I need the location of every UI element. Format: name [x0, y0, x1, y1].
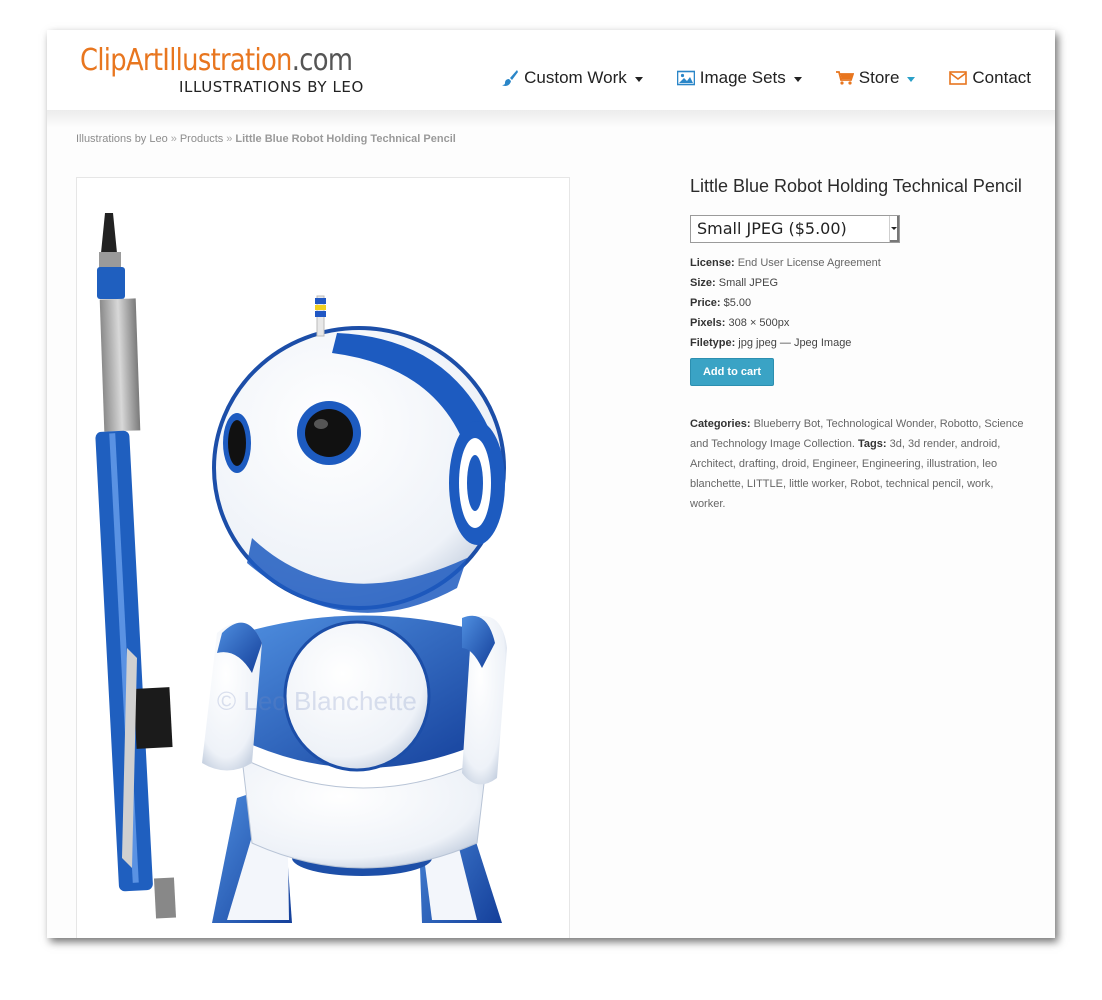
meta-key: Pixels: — [690, 317, 726, 329]
header-shadow — [47, 110, 1055, 128]
meta-size: Size: Small JPEG — [690, 276, 1035, 296]
envelope-icon — [949, 69, 968, 87]
tag-link[interactable]: Engineering — [862, 458, 921, 470]
logo-tld: .com — [291, 43, 353, 78]
chevron-down-icon — [793, 76, 802, 82]
shopping-cart-icon — [835, 69, 854, 87]
site-logo[interactable]: ClipArtIllustration.com ILLUSTRATIONS BY… — [80, 44, 380, 100]
category-link[interactable]: Robotto — [940, 418, 979, 430]
nav-custom-work[interactable]: Custom Work — [501, 67, 643, 89]
tag-link[interactable]: Engineer — [812, 458, 855, 470]
meta-price: Price: $5.00 — [690, 296, 1035, 316]
nav-image-sets[interactable]: Image Sets — [676, 67, 802, 89]
meta-key: Price: — [690, 297, 721, 309]
nav-label: Custom Work — [524, 68, 627, 87]
page-container: ClipArtIllustration.com ILLUSTRATIONS BY… — [47, 30, 1055, 938]
tag-link[interactable]: android — [961, 438, 998, 450]
product-details: Little Blue Robot Holding Technical Penc… — [690, 177, 1035, 514]
tags-label: Tags: — [857, 438, 887, 450]
image-watermark: © Leo Blanchette — [217, 686, 417, 716]
category-link[interactable]: Blueberry Bot — [754, 418, 821, 430]
logo-brand: ClipArtIllustration — [80, 43, 292, 78]
nav-label: Store — [858, 68, 900, 87]
tag-link[interactable]: 3d render — [908, 438, 954, 450]
product-title: Little Blue Robot Holding Technical Penc… — [690, 176, 1022, 196]
picture-icon — [676, 69, 695, 87]
meta-filetype: Filetype: jpg jpeg — Jpeg Image — [690, 336, 1035, 356]
paintbrush-icon — [501, 69, 519, 87]
product-taxonomy: Categories: Blueberry Bot, Technological… — [690, 414, 1030, 514]
meta-value: $5.00 — [723, 297, 752, 309]
tag-link[interactable]: Architect — [690, 458, 733, 470]
main-nav: Custom Work Image Sets Store Contact — [467, 67, 1031, 89]
product-meta: License: End User License Agreement Size… — [690, 256, 1035, 356]
tag-link[interactable]: Robot — [850, 478, 879, 490]
meta-value: jpg jpeg — Jpeg Image — [738, 337, 852, 349]
tag-link[interactable]: droid — [782, 458, 806, 470]
tag-link[interactable]: little worker — [789, 478, 844, 490]
nav-contact[interactable]: Contact — [949, 67, 1031, 89]
robot-illustration — [95, 213, 507, 923]
tag-link[interactable]: illustration — [927, 458, 977, 470]
categories-label: Categories: — [690, 418, 751, 430]
category-link[interactable]: Technological Wonder — [826, 418, 933, 430]
meta-key: Filetype: — [690, 337, 736, 349]
nav-label: Contact — [972, 68, 1031, 87]
tag-link[interactable]: work — [967, 478, 990, 490]
site-header: ClipArtIllustration.com ILLUSTRATIONS BY… — [47, 30, 1055, 110]
tag-link[interactable]: LITTLE — [747, 478, 783, 490]
breadcrumb-current: Little Blue Robot Holding Technical Penc… — [235, 133, 456, 145]
chevron-down-icon — [634, 76, 643, 82]
tag-link[interactable]: technical pencil — [886, 478, 961, 490]
license-link[interactable]: End User License Agreement — [738, 257, 881, 269]
logo-wordmark: ClipArtIllustration.com — [80, 43, 353, 78]
tag-link[interactable]: drafting — [739, 458, 776, 470]
chevron-down-icon — [891, 227, 897, 230]
tag-link[interactable]: 3d — [890, 438, 902, 450]
meta-license: License: End User License Agreement — [690, 256, 1035, 276]
meta-key: License: — [690, 257, 735, 269]
meta-pixels: Pixels: 308 × 500px — [690, 316, 1035, 336]
nav-label: Image Sets — [699, 68, 786, 87]
variant-selected-value: Small JPEG ($5.00) — [697, 219, 847, 238]
breadcrumb: Illustrations by Leo» Products» Little Blu… — [76, 133, 456, 145]
breadcrumb-separator: » — [170, 133, 177, 145]
chevron-down-icon — [907, 76, 916, 82]
meta-key: Size: — [690, 277, 716, 289]
product-image[interactable]: © Leo Blanchette — [76, 177, 570, 938]
breadcrumb-separator: » — [226, 133, 233, 145]
variant-select[interactable]: Small JPEG ($5.00) — [690, 215, 900, 243]
nav-store[interactable]: Store — [835, 67, 916, 89]
logo-tagline: ILLUSTRATIONS BY LEO — [179, 78, 364, 96]
meta-value: Small JPEG — [718, 277, 779, 289]
meta-value: 308 × 500px — [728, 317, 790, 329]
breadcrumb-products-link[interactable]: Products — [180, 133, 223, 145]
breadcrumb-home-link[interactable]: Illustrations by Leo — [76, 133, 168, 145]
tag-link[interactable]: worker — [690, 498, 722, 510]
add-to-cart-button[interactable]: Add to cart — [690, 358, 774, 386]
